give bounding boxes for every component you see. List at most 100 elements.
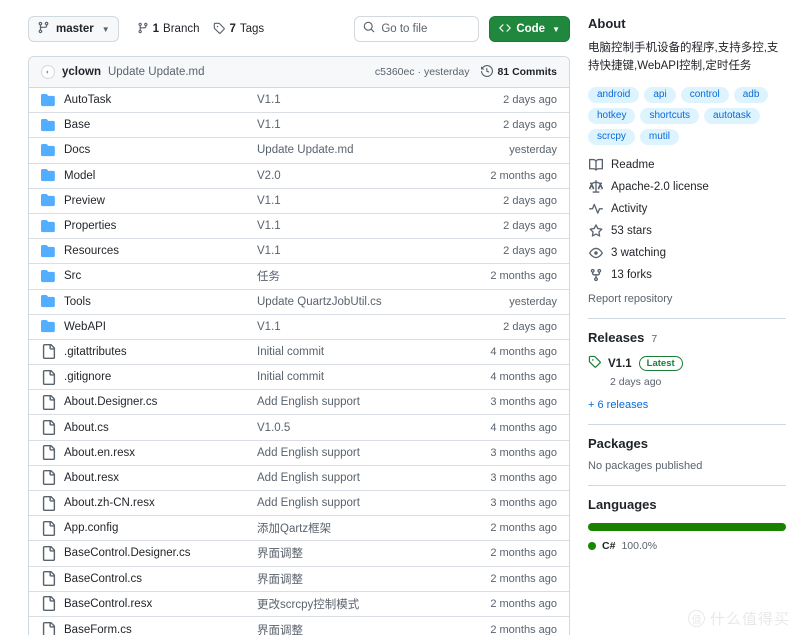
commit-message[interactable]: Add English support bbox=[257, 447, 490, 459]
table-row[interactable]: .gitattributes Initial commit 4 months ago bbox=[29, 340, 569, 366]
commit-message[interactable]: V1.1 bbox=[257, 321, 503, 333]
commits-count-link[interactable]: 81 Commits bbox=[481, 64, 557, 80]
topic-tag[interactable]: api bbox=[644, 86, 676, 103]
table-row[interactable]: BaseControl.resx 更改scrcpy控制模式 2 months ago bbox=[29, 592, 569, 617]
about-link-readme[interactable]: Readme bbox=[588, 158, 786, 172]
file-name[interactable]: WebAPI bbox=[57, 321, 257, 333]
branches-link[interactable]: 1 Branch bbox=[137, 22, 199, 37]
latest-release-row[interactable]: V1.1 Latest bbox=[588, 355, 786, 373]
commit-message[interactable]: V1.1 bbox=[257, 195, 503, 207]
commit-message[interactable]: V1.1 bbox=[257, 245, 503, 257]
table-row[interactable]: Tools Update QuartzJobUtil.cs yesterday bbox=[29, 290, 569, 315]
topic-tag[interactable]: control bbox=[680, 86, 729, 103]
search-input[interactable] bbox=[381, 23, 471, 35]
tags-link[interactable]: 7 Tags bbox=[213, 22, 264, 37]
file-name[interactable]: Tools bbox=[57, 296, 257, 308]
file-name[interactable]: .gitattributes bbox=[57, 346, 257, 358]
file-name[interactable]: .gitignore bbox=[57, 371, 257, 383]
about-link-3-watching[interactable]: 3 watching bbox=[588, 246, 786, 260]
file-icon bbox=[41, 545, 57, 561]
topic-tag[interactable]: adb bbox=[733, 86, 769, 103]
commit-message[interactable]: Add English support bbox=[257, 396, 490, 408]
topic-tag[interactable]: mutil bbox=[639, 128, 680, 145]
table-row[interactable]: Preview V1.1 2 days ago bbox=[29, 189, 569, 214]
file-name[interactable]: About.resx bbox=[57, 472, 257, 484]
branch-selector-button[interactable]: master ▼ bbox=[28, 16, 119, 42]
commit-author[interactable]: yclown bbox=[62, 66, 101, 78]
commit-message[interactable]: Initial commit bbox=[257, 346, 490, 358]
file-name[interactable]: About.cs bbox=[57, 422, 257, 434]
commit-message[interactable]: 任务 bbox=[257, 268, 490, 284]
table-row[interactable]: Src 任务 2 months ago bbox=[29, 264, 569, 290]
file-name[interactable]: App.config bbox=[57, 522, 257, 534]
table-row[interactable]: .gitignore Initial commit 4 months ago bbox=[29, 365, 569, 391]
topic-tag[interactable]: shortcuts bbox=[640, 107, 700, 124]
topic-tag[interactable]: autotask bbox=[704, 107, 760, 124]
commit-message[interactable]: V1.1 bbox=[257, 220, 503, 232]
file-name[interactable]: Base bbox=[57, 119, 257, 131]
commit-message[interactable]: 添加Qartz框架 bbox=[257, 520, 490, 536]
file-name[interactable]: BaseControl.cs bbox=[57, 573, 257, 585]
code-button[interactable]: Code ▼ bbox=[489, 16, 570, 42]
language-item[interactable]: C# 100.0% bbox=[588, 540, 786, 552]
commit-message[interactable]: V1.1 bbox=[257, 94, 503, 106]
table-row[interactable]: Properties V1.1 2 days ago bbox=[29, 214, 569, 240]
table-row[interactable]: About.resx Add English support 3 months ag… bbox=[29, 466, 569, 491]
more-releases-link[interactable]: + 6 releases bbox=[588, 399, 786, 411]
commit-message[interactable]: 更改scrcpy控制模式 bbox=[257, 596, 490, 612]
about-link-apache-2-0-license[interactable]: Apache-2.0 license bbox=[588, 179, 786, 194]
table-row[interactable]: Resources V1.1 2 days ago bbox=[29, 239, 569, 265]
table-row[interactable]: App.config 添加Qartz框架 2 months ago bbox=[29, 516, 569, 542]
file-name[interactable]: BaseControl.Designer.cs bbox=[57, 547, 257, 559]
file-name[interactable]: Resources bbox=[57, 245, 257, 257]
file-name[interactable]: BaseForm.cs bbox=[57, 624, 257, 635]
file-name[interactable]: AutoTask bbox=[57, 94, 257, 106]
table-row[interactable]: AutoTask V1.1 2 days ago bbox=[29, 88, 569, 114]
file-name[interactable]: BaseControl.resx bbox=[57, 598, 257, 610]
commit-message[interactable]: Update Update.md bbox=[108, 66, 205, 78]
commit-message[interactable]: 界面调整 bbox=[257, 571, 490, 587]
commit-message[interactable]: Add English support bbox=[257, 497, 490, 509]
commit-message[interactable]: V2.0 bbox=[257, 170, 490, 182]
file-name[interactable]: Properties bbox=[57, 220, 257, 232]
commit-message[interactable]: Update QuartzJobUtil.cs bbox=[257, 296, 509, 308]
table-row[interactable]: WebAPI V1.1 2 days ago bbox=[29, 315, 569, 340]
about-link-activity[interactable]: Activity bbox=[588, 202, 786, 216]
table-row[interactable]: About.zh-CN.resx Add English support 3 mon… bbox=[29, 491, 569, 517]
topic-tag[interactable]: scrcpy bbox=[588, 128, 635, 145]
table-row[interactable]: BaseControl.Designer.cs 界面调整 2 months ago bbox=[29, 541, 569, 567]
commit-message[interactable]: Initial commit bbox=[257, 371, 490, 383]
table-row[interactable]: Model V2.0 2 months ago bbox=[29, 164, 569, 189]
table-row[interactable]: About.cs V1.0.5 4 months ago bbox=[29, 415, 569, 441]
divider bbox=[588, 484, 786, 486]
report-repository-link[interactable]: Report repository bbox=[588, 293, 786, 305]
commit-message[interactable]: 界面调整 bbox=[257, 545, 490, 561]
commit-message[interactable]: V1.1 bbox=[257, 119, 503, 131]
go-to-file-search[interactable] bbox=[354, 16, 480, 42]
file-name[interactable]: About.en.resx bbox=[57, 447, 257, 459]
topic-tag[interactable]: android bbox=[588, 86, 640, 103]
about-link-53-stars[interactable]: 53 stars bbox=[588, 223, 786, 238]
commit-message[interactable]: V1.0.5 bbox=[257, 422, 490, 434]
file-name[interactable]: Model bbox=[57, 170, 257, 182]
commit-sha-date[interactable]: c5360ec · yesterday bbox=[375, 66, 470, 78]
file-name[interactable]: Src bbox=[57, 270, 257, 282]
table-row[interactable]: BaseForm.cs 界面调整 2 months ago bbox=[29, 617, 569, 635]
table-row[interactable]: About.Designer.cs Add English support 3 mo… bbox=[29, 390, 569, 416]
commit-age: 3 months ago bbox=[490, 446, 557, 459]
commit-message[interactable]: Add English support bbox=[257, 472, 490, 484]
table-row[interactable]: Base V1.1 2 days ago bbox=[29, 113, 569, 139]
commit-message[interactable]: 界面调整 bbox=[257, 622, 490, 635]
file-name[interactable]: About.Designer.cs bbox=[57, 396, 257, 408]
table-row[interactable]: BaseControl.cs 界面调整 2 months ago bbox=[29, 567, 569, 592]
about-link-13-forks[interactable]: 13 forks bbox=[588, 268, 786, 282]
table-row[interactable]: Docs Update Update.md yesterday bbox=[29, 138, 569, 164]
file-name[interactable]: About.zh-CN.resx bbox=[57, 497, 257, 509]
topic-tag[interactable]: hotkey bbox=[588, 107, 636, 124]
commit-message[interactable]: Update Update.md bbox=[257, 144, 509, 156]
file-name[interactable]: Docs bbox=[57, 144, 257, 156]
file-name[interactable]: Preview bbox=[57, 195, 257, 207]
table-row[interactable]: About.en.resx Add English support 3 months… bbox=[29, 441, 569, 466]
avatar[interactable]: ◐ bbox=[41, 65, 55, 79]
language-bar-segment[interactable] bbox=[588, 522, 786, 531]
